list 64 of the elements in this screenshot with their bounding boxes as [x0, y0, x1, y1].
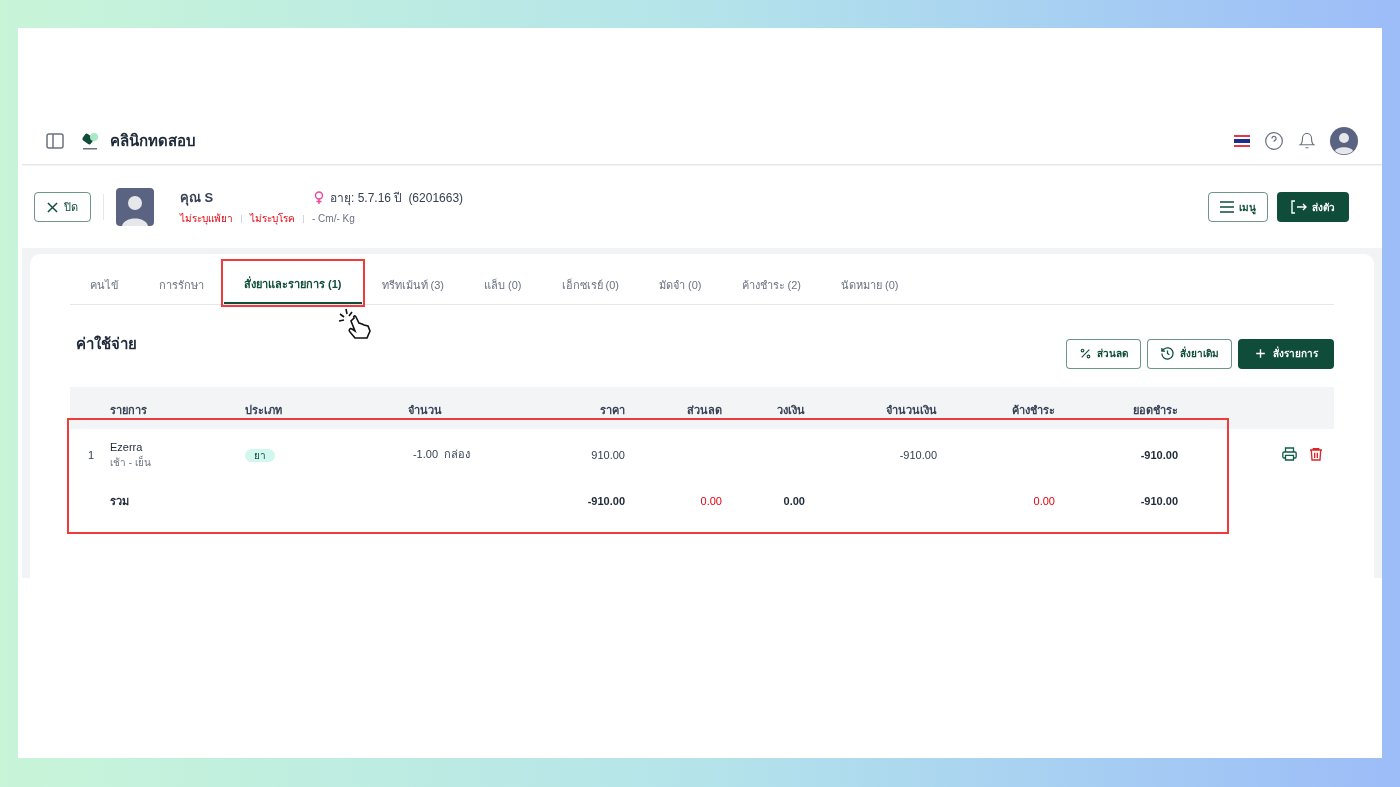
patient-id: (6201663) — [408, 189, 464, 207]
total-payable: -910.00 — [1140, 495, 1178, 507]
sidebar-toggle-icon[interactable] — [46, 133, 64, 149]
total-label: รวม — [110, 495, 129, 507]
bell-icon[interactable] — [1298, 131, 1316, 151]
menu-icon — [1220, 201, 1234, 213]
tab[interactable]: คนไข้ — [70, 274, 139, 304]
total-limit: 0.00 — [783, 495, 805, 507]
amount: -910.00 — [899, 449, 937, 462]
payable: -910.00 — [1140, 449, 1178, 462]
tab[interactable]: การรักษา — [139, 274, 224, 304]
price: 910.00 — [591, 449, 625, 462]
body-measurements: - Cm/- Kg — [312, 212, 355, 227]
logo-icon — [80, 131, 100, 151]
pointer-hand-icon — [338, 308, 374, 342]
patient-name: คุณ S — [180, 188, 215, 208]
plus-icon — [1254, 347, 1267, 360]
help-icon[interactable] — [1264, 131, 1284, 151]
section-title: ค่าใช้จ่าย — [76, 333, 137, 354]
column-header: จำนวน — [408, 403, 442, 416]
send-button[interactable]: ส่งตัว — [1277, 192, 1349, 222]
patient-photo — [116, 188, 154, 226]
column-header: ราคา — [600, 403, 625, 416]
column-header: จำนวนเงิน — [886, 403, 937, 416]
flag-icon[interactable] — [1234, 135, 1250, 147]
total-discount: 0.00 — [700, 495, 722, 507]
column-header: ยอดชำระ — [1133, 403, 1178, 416]
exit-icon — [1291, 200, 1307, 214]
trash-icon[interactable] — [1308, 446, 1324, 463]
item-note: เช้า - เย็น — [110, 455, 152, 470]
column-header: รายการ — [110, 403, 147, 416]
discount-button[interactable]: ส่วนลด — [1066, 338, 1141, 369]
type-badge: ยา — [245, 449, 275, 463]
item-name: Ezerra — [110, 439, 144, 455]
tab[interactable]: มัดจำ (0) — [639, 274, 722, 304]
total-outstanding: 0.00 — [1033, 495, 1055, 507]
tab[interactable]: ทรีทเม้นท์ (3) — [361, 274, 464, 304]
patient-age: อายุ: 5.7.16 ปี — [330, 189, 403, 207]
column-header: วงเงิน — [777, 403, 805, 416]
add-item-button[interactable]: สั่งรายการ — [1238, 338, 1334, 369]
total-price: -910.00 — [587, 495, 625, 507]
quantity: -1.00 — [411, 447, 438, 462]
avatar-icon[interactable] — [1330, 127, 1358, 155]
close-button[interactable]: ปิด — [34, 192, 91, 222]
unit: กล่อง — [444, 447, 470, 462]
tab[interactable]: เอ็กซเรย์ (0) — [541, 274, 639, 304]
close-icon — [47, 201, 58, 213]
tab[interactable]: ค้างชำระ (2) — [721, 274, 821, 304]
female-icon — [314, 191, 324, 204]
row-number: 1 — [88, 449, 95, 462]
disease-status: ไม่ระบุโรค — [250, 212, 295, 227]
tab[interactable]: นัดหมาย (0) — [821, 274, 919, 304]
column-header: ส่วนลด — [687, 403, 722, 416]
allergy-status: ไม่ระบุแพ้ยา — [180, 212, 233, 227]
tab[interactable]: แล็บ (0) — [464, 274, 542, 304]
tab[interactable]: สั่งยาและรายการ (1) — [224, 274, 362, 304]
percent-icon — [1079, 347, 1092, 360]
column-header: ประเภท — [245, 403, 282, 416]
reorder-button[interactable]: สั่งยาเดิม — [1147, 338, 1232, 369]
history-icon — [1160, 346, 1175, 361]
printer-icon[interactable] — [1281, 446, 1298, 463]
clinic-name: คลินิกทดสอบ — [110, 130, 196, 151]
menu-button[interactable]: เมนู — [1208, 192, 1268, 222]
column-header: ค้างชำระ — [1012, 403, 1055, 416]
